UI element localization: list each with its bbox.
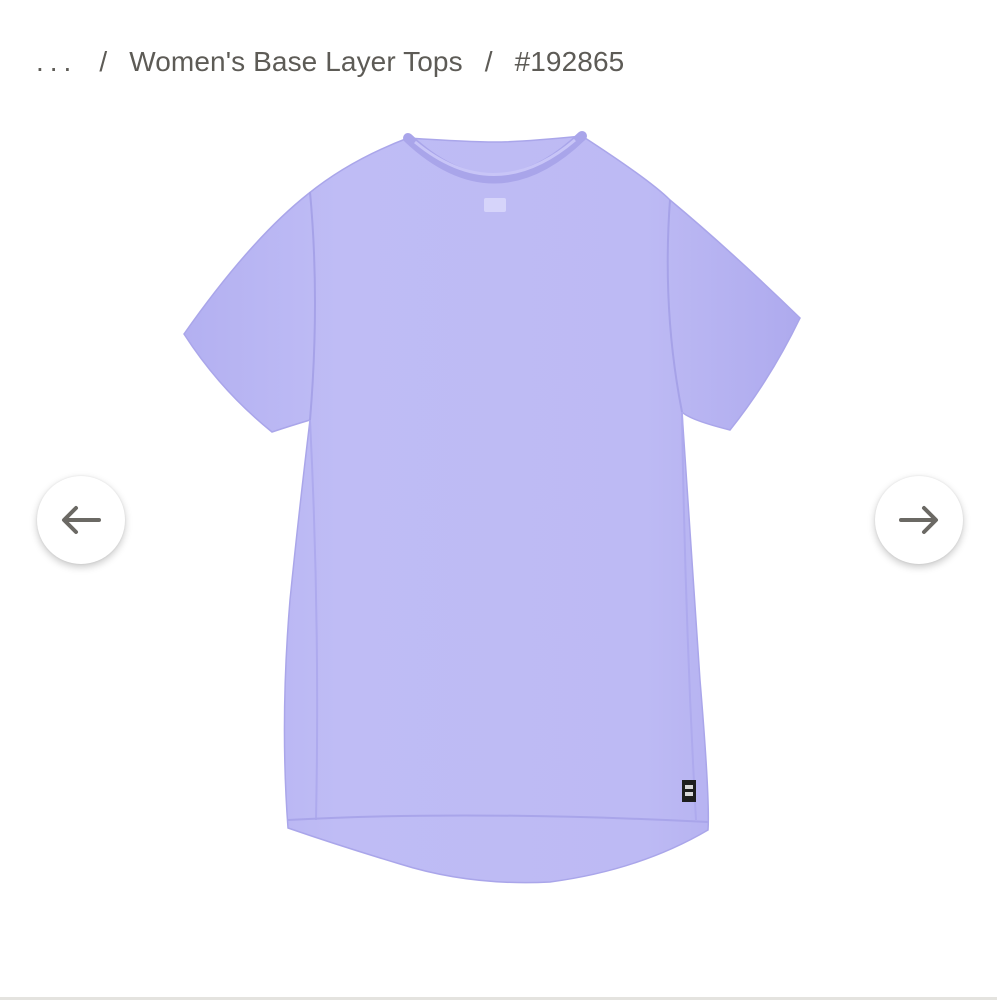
product-image[interactable] <box>170 120 820 900</box>
next-image-button[interactable] <box>875 476 963 564</box>
breadcrumb-item-number: #192865 <box>514 46 625 77</box>
breadcrumb-ellipsis[interactable]: ... <box>36 46 77 78</box>
shirt-body <box>183 135 801 884</box>
label-tag <box>682 780 696 802</box>
neck-logo <box>484 198 506 212</box>
breadcrumb: ... / Women's Base Layer Tops / #192865 <box>36 40 624 84</box>
previous-image-button[interactable] <box>37 476 125 564</box>
arrow-left-icon <box>62 506 101 534</box>
arrow-right-icon <box>899 506 938 534</box>
breadcrumb-separator: / <box>484 46 493 77</box>
breadcrumb-separator: / <box>99 46 108 77</box>
breadcrumb-category-link[interactable]: Women's Base Layer Tops <box>129 46 462 78</box>
t-shirt-illustration <box>183 131 801 884</box>
